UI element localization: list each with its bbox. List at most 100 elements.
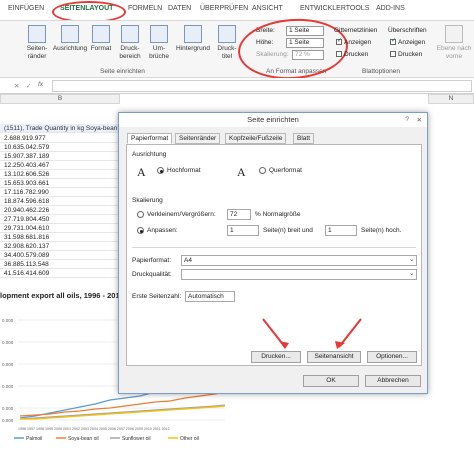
orientation-icon — [61, 25, 79, 43]
tab-einfuegen[interactable]: EINFÜGEN — [8, 5, 44, 12]
divider — [132, 247, 416, 248]
checkbox-icon — [336, 37, 342, 46]
tab-kopfzeile[interactable]: Kopfzeile/Fußzeile — [225, 133, 287, 144]
value-cell[interactable]: 41.516.414.609 — [0, 269, 120, 278]
tab-addins[interactable]: ADD-INS — [376, 5, 405, 12]
gitternetz-drucken[interactable]: Drucken — [336, 51, 368, 58]
hochformat-radio[interactable]: Hochformat — [157, 167, 201, 174]
series-sunflower-line — [19, 404, 226, 420]
bring-forward-icon — [445, 25, 463, 43]
formula-bar: ✕ ✓ fx — [0, 78, 474, 94]
ok-button[interactable]: OK — [303, 375, 359, 387]
ueberschriften-anzeigen[interactable]: Anzeigen — [390, 37, 425, 46]
checkbox-icon — [390, 37, 396, 46]
umbrueche-button[interactable]: Um- brüche — [146, 25, 172, 61]
cancel-icon[interactable]: ✕ — [14, 82, 19, 90]
portrait-icon: A — [137, 165, 146, 179]
papierformat-label: Papierformat: — [132, 257, 172, 264]
hintergrund-button[interactable]: Hintergrund — [174, 25, 212, 53]
value-cell[interactable]: 2.688.919.977 — [0, 134, 120, 143]
background-icon — [184, 25, 202, 43]
format-button[interactable]: Format — [88, 25, 114, 53]
value-cell[interactable]: 15.653.903.661 — [0, 179, 120, 188]
anpassen-breit-input[interactable]: 1 — [227, 225, 259, 236]
page-setup-dialog: Seite einrichten ? ✕ Papierformat Seiten… — [118, 112, 428, 394]
tab-ueberpruefen[interactable]: ÜBERPRÜFEN — [200, 5, 248, 12]
value-cell[interactable]: 36.885.113.548 — [0, 260, 120, 269]
seitenraender-button[interactable]: Seiten- ränder — [22, 25, 52, 61]
value-cell[interactable]: 34.400.579.089 — [0, 251, 120, 260]
tab-daten[interactable]: DATEN — [168, 5, 191, 12]
annotation-arrow-drucken — [262, 318, 289, 349]
papierformat-select[interactable]: A4 — [181, 255, 417, 266]
drucken-button[interactable]: Drucken... — [251, 351, 301, 363]
drucktitel-button[interactable]: Druck- titel — [214, 25, 240, 61]
querformat-radio[interactable]: Querformat — [259, 167, 302, 174]
value-cell[interactable]: 27.719.804.450 — [0, 215, 120, 224]
legend-palmoil: Palmoil — [26, 436, 42, 442]
seitenansicht-button[interactable]: Seitenansicht — [307, 351, 361, 363]
breaks-icon — [150, 25, 168, 43]
radio-icon — [157, 167, 164, 174]
y-tick-label: 0.000 — [2, 362, 14, 367]
normalgroesse-label: % Normalgröße — [255, 211, 301, 218]
value-cell[interactable]: 18.874.596.618 — [0, 197, 120, 206]
value-cell[interactable]: 13.102.606.526 — [0, 170, 120, 179]
ueberschriften-drucken[interactable]: Drucken — [390, 51, 422, 58]
erste-seitenzahl-input[interactable]: Automatisch — [185, 291, 235, 302]
confirm-icon[interactable]: ✓ — [26, 82, 31, 90]
value-cell[interactable]: 10.635.042.579 — [0, 143, 120, 152]
value-cell[interactable]: 17.116.782.990 — [0, 188, 120, 197]
tab-papierformat[interactable]: Papierformat — [127, 133, 173, 144]
gitternetz-anzeigen[interactable]: Anzeigen — [336, 37, 371, 46]
chart-y-labels: 0.000 0.000 0.000 0.000 0.000 0.000 — [2, 318, 14, 423]
value-cell[interactable]: 32.908.620.137 — [0, 242, 120, 251]
dialog-title: Seite einrichten — [119, 113, 427, 127]
radio-icon — [259, 167, 266, 174]
column-header-b[interactable]: B — [0, 94, 120, 104]
close-icon[interactable]: ✕ — [417, 116, 422, 124]
annotation-circle-format — [236, 15, 350, 83]
gitternetzlinien-label: Gitternetzlinien — [334, 27, 378, 34]
fx-icon[interactable]: fx — [38, 81, 43, 88]
chevron-down-icon: ⌄ — [409, 256, 415, 263]
checkbox-icon — [390, 51, 396, 58]
value-cell[interactable]: 12.250.403.467 — [0, 161, 120, 170]
group-label-seite: Seite einrichten — [100, 68, 145, 75]
tab-seitenraender[interactable]: Seitenränder — [175, 133, 221, 144]
ausrichtung-button[interactable]: Ausrichtung — [52, 25, 88, 53]
radio-icon — [137, 227, 144, 234]
abbrechen-button[interactable]: Abbrechen — [365, 375, 421, 387]
skalierung-heading: Skalierung — [132, 197, 163, 204]
optionen-button[interactable]: Optionen... — [367, 351, 417, 363]
formula-input[interactable] — [52, 80, 472, 92]
annotation-arrow-seitenansicht — [335, 318, 362, 349]
print-titles-icon — [218, 25, 236, 43]
value-cell[interactable]: 15.907.387.189 — [0, 152, 120, 161]
group-label-blatt: Blattoptionen — [362, 68, 400, 75]
page-size-icon — [92, 25, 110, 43]
druckbereich-button[interactable]: Druck- bereich — [116, 25, 144, 61]
y-tick-label: 0.000 — [2, 384, 14, 389]
ebene-nach-vorne-button[interactable]: Ebene nach vorne — [436, 25, 472, 61]
y-tick-label: 0.000 — [2, 406, 14, 411]
tab-entwicklertools[interactable]: ENTWICKLERTOOLS — [300, 5, 369, 12]
y-tick-label: 0.000 — [2, 318, 14, 323]
tab-blatt[interactable]: Blatt — [293, 133, 315, 144]
verkleinern-input[interactable]: 72 — [227, 209, 251, 220]
landscape-icon: A — [237, 165, 246, 179]
column-header-n[interactable]: N — [428, 94, 474, 104]
verkleinern-radio[interactable]: Verkleinern/Vergrößern: — [137, 211, 216, 218]
chart-legend: Palmoil Soya-bean oil Sunflower oil Othe… — [14, 436, 199, 442]
value-cell[interactable]: 29.731.004.610 — [0, 224, 120, 233]
legend-other: Other oil — [180, 436, 199, 442]
value-cell[interactable]: 20.940.462.226 — [0, 206, 120, 215]
tab-formeln[interactable]: FORMELN — [128, 5, 162, 12]
anpassen-radio[interactable]: Anpassen: — [137, 227, 178, 234]
tab-ansicht[interactable]: ANSICHT — [252, 5, 283, 12]
value-cell[interactable]: 31.598.681.816 — [0, 233, 120, 242]
druckqualitaet-select[interactable] — [181, 269, 417, 280]
help-icon[interactable]: ? — [405, 116, 409, 123]
anpassen-hoch-input[interactable]: 1 — [325, 225, 357, 236]
chevron-down-icon: ⌄ — [409, 270, 415, 277]
